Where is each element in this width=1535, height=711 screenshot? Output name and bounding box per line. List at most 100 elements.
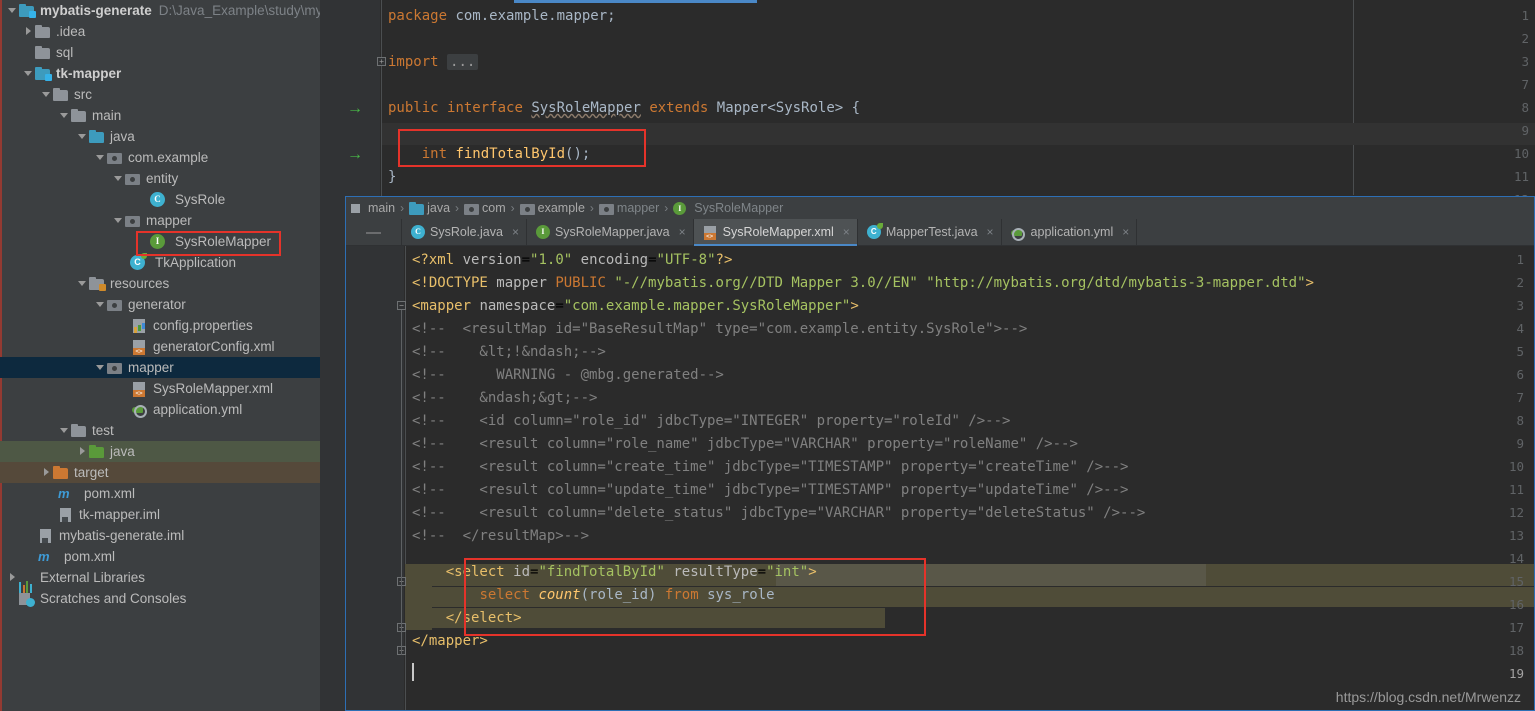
tree-row[interactable]: mybatis-generate.iml <box>0 525 320 546</box>
chevron-right-icon[interactable] <box>76 441 89 462</box>
xml-code-line-sql[interactable]: select count(role_id) from sys_role <box>412 587 774 603</box>
tree-row[interactable]: test <box>0 420 320 441</box>
tree-row[interactable]: generatorConfig.xml <box>0 336 320 357</box>
tree-row[interactable]: .idea <box>0 21 320 42</box>
tree-row[interactable]: Scratches and Consoles <box>0 588 320 609</box>
java-code-line[interactable]: int findTotalById(); <box>388 146 591 162</box>
gutter-arrow-icon[interactable]: → <box>347 100 367 118</box>
java-code-line[interactable]: } <box>388 169 396 185</box>
java-current-line-highlight <box>382 123 1535 145</box>
chevron-down-icon[interactable] <box>76 126 89 147</box>
xml-code-line-select-close[interactable]: </select> <box>412 610 522 626</box>
breadcrumb-item-example[interactable]: example <box>519 201 585 215</box>
xml-code-line[interactable]: <!-- &ndash;&gt;--> <box>412 390 597 406</box>
chevron-right-icon[interactable] <box>6 567 19 588</box>
tree-row[interactable]: C SysRole <box>0 189 320 210</box>
xml-code-line[interactable]: <!-- <result column="role_name" jdbcType… <box>412 436 1078 452</box>
tree-row[interactable]: com.example <box>0 147 320 168</box>
tree-row[interactable]: m pom.xml <box>0 546 320 567</box>
tree-item-label: External Libraries <box>40 570 146 585</box>
tree-row[interactable]: SysRoleMapper.xml <box>0 378 320 399</box>
xml-code-line-select-open[interactable]: <select id="findTotalById" resultType="i… <box>412 564 817 580</box>
close-icon[interactable]: × <box>679 225 686 239</box>
breadcrumb-item-mapper[interactable]: mapper <box>598 201 659 215</box>
chevron-down-icon[interactable] <box>6 0 19 21</box>
project-tree-panel[interactable]: mybatis-generate D:\Java_Example\study\m… <box>0 0 320 711</box>
xml-code-line[interactable]: <!DOCTYPE mapper PUBLIC "-//mybatis.org/… <box>412 275 1314 291</box>
xml-code-line[interactable]: <?xml version="1.0" encoding="UTF-8"?> <box>412 252 732 268</box>
xml-code-line[interactable]: <!-- <id column="role_id" jdbcType="INTE… <box>412 413 1010 429</box>
chevron-down-icon[interactable] <box>94 357 107 378</box>
close-icon[interactable]: × <box>1122 225 1129 239</box>
xml-code-line[interactable]: <!-- WARNING - @mbg.generated--> <box>412 367 724 383</box>
xml-line-number: 8 <box>1516 413 1524 428</box>
xml-code-line[interactable]: <!-- <result column="update_time" jdbcTy… <box>412 482 1128 498</box>
tree-row[interactable]: application.yml <box>0 399 320 420</box>
tree-row[interactable]: main <box>0 105 320 126</box>
close-icon[interactable]: × <box>843 225 850 239</box>
breadcrumb-item-main[interactable]: main <box>350 201 395 215</box>
tree-row-sysrolemapper[interactable]: I SysRoleMapper <box>0 231 320 252</box>
tree-row[interactable]: mybatis-generate D:\Java_Example\study\m… <box>0 0 320 21</box>
tree-row-test-java[interactable]: java <box>0 441 320 462</box>
tree-row[interactable]: m pom.xml <box>0 483 320 504</box>
collapse-button[interactable]: — <box>346 219 402 245</box>
chevron-down-icon[interactable] <box>112 168 125 189</box>
tree-row[interactable]: External Libraries <box>0 567 320 593</box>
breadcrumb-item-sysrolemapper[interactable]: I SysRoleMapper <box>673 201 783 215</box>
chevron-down-icon[interactable] <box>76 273 89 294</box>
close-icon[interactable]: × <box>512 225 519 239</box>
java-code-line[interactable]: public interface SysRoleMapper extends M… <box>388 100 860 116</box>
java-code-line[interactable]: package com.example.mapper; <box>388 8 616 24</box>
xml-code-line[interactable]: </mapper> <box>412 633 488 649</box>
tree-item-label: test <box>92 423 114 438</box>
close-icon[interactable]: × <box>987 225 994 239</box>
xml-gutter[interactable] <box>346 246 404 710</box>
breadcrumb-item-com[interactable]: com <box>464 201 506 215</box>
xml-code-line[interactable]: <!-- <resultMap id="BaseResultMap" type=… <box>412 321 1027 337</box>
tree-row[interactable]: java <box>0 126 320 147</box>
chevron-right-icon[interactable] <box>22 21 35 42</box>
breadcrumb-item-java[interactable]: java <box>409 201 450 215</box>
tab-sysrole-java[interactable]: C SysRole.java × <box>402 219 527 245</box>
xml-code-line[interactable]: <!-- <result column="create_time" jdbcTy… <box>412 459 1128 475</box>
tree-row[interactable]: tk-mapper <box>0 63 320 84</box>
chevron-down-icon[interactable] <box>94 294 107 315</box>
libraries-icon <box>19 570 35 593</box>
tab-mappertest-java[interactable]: C MapperTest.java × <box>858 219 1002 245</box>
breadcrumb-separator: › <box>455 201 460 215</box>
chevron-down-icon[interactable] <box>58 105 71 126</box>
tree-row[interactable]: entity <box>0 168 320 189</box>
tab-application-yml[interactable]: application.yml × <box>1002 219 1138 245</box>
xml-line-number: 12 <box>1508 505 1524 520</box>
chevron-right-icon[interactable] <box>40 462 53 483</box>
tree-row[interactable]: C TkApplication <box>0 252 320 273</box>
xml-file-icon <box>703 225 718 240</box>
chevron-down-icon[interactable] <box>94 147 107 168</box>
tree-row[interactable]: generator <box>0 294 320 315</box>
tree-row-target[interactable]: target <box>0 462 320 483</box>
fold-expand-icon[interactable]: + <box>377 57 386 66</box>
xml-editor-body[interactable]: 1 2 3 4 5 6 7 8 9 10 11 12 13 14 15 16 1… <box>346 246 1534 710</box>
tree-row[interactable]: tk-mapper.iml <box>0 504 320 525</box>
tree-row[interactable]: mapper <box>0 210 320 231</box>
chevron-down-icon[interactable] <box>40 84 53 105</box>
java-code-line[interactable]: import ... <box>388 54 479 70</box>
tree-row[interactable]: config.properties <box>0 315 320 336</box>
xml-code-line[interactable]: <!-- </resultMap>--> <box>412 528 589 544</box>
chevron-down-icon[interactable] <box>22 63 35 84</box>
chevron-down-icon[interactable] <box>112 210 125 231</box>
xml-code-line[interactable]: <!-- &lt;!&ndash;--> <box>412 344 606 360</box>
tab-sysrolemapper-java[interactable]: I SysRoleMapper.java × <box>527 219 694 245</box>
tab-sysrolemapper-xml[interactable]: SysRoleMapper.xml × <box>693 219 858 246</box>
fold-collapse-icon[interactable]: − <box>397 301 406 310</box>
chevron-down-icon[interactable] <box>58 420 71 441</box>
tree-row[interactable]: src <box>0 84 320 105</box>
tree-row[interactable]: resources <box>0 273 320 294</box>
xml-code-line[interactable]: <mapper namespace="com.example.mapper.Sy… <box>412 298 859 314</box>
breadcrumb-separator: › <box>510 201 515 215</box>
tree-row[interactable]: sql <box>0 42 320 63</box>
xml-code-line[interactable]: <!-- <result column="delete_status" jdbc… <box>412 505 1145 521</box>
gutter-arrow-icon[interactable]: → <box>347 146 367 164</box>
tree-row-selected-mapper[interactable]: mapper <box>0 357 320 378</box>
